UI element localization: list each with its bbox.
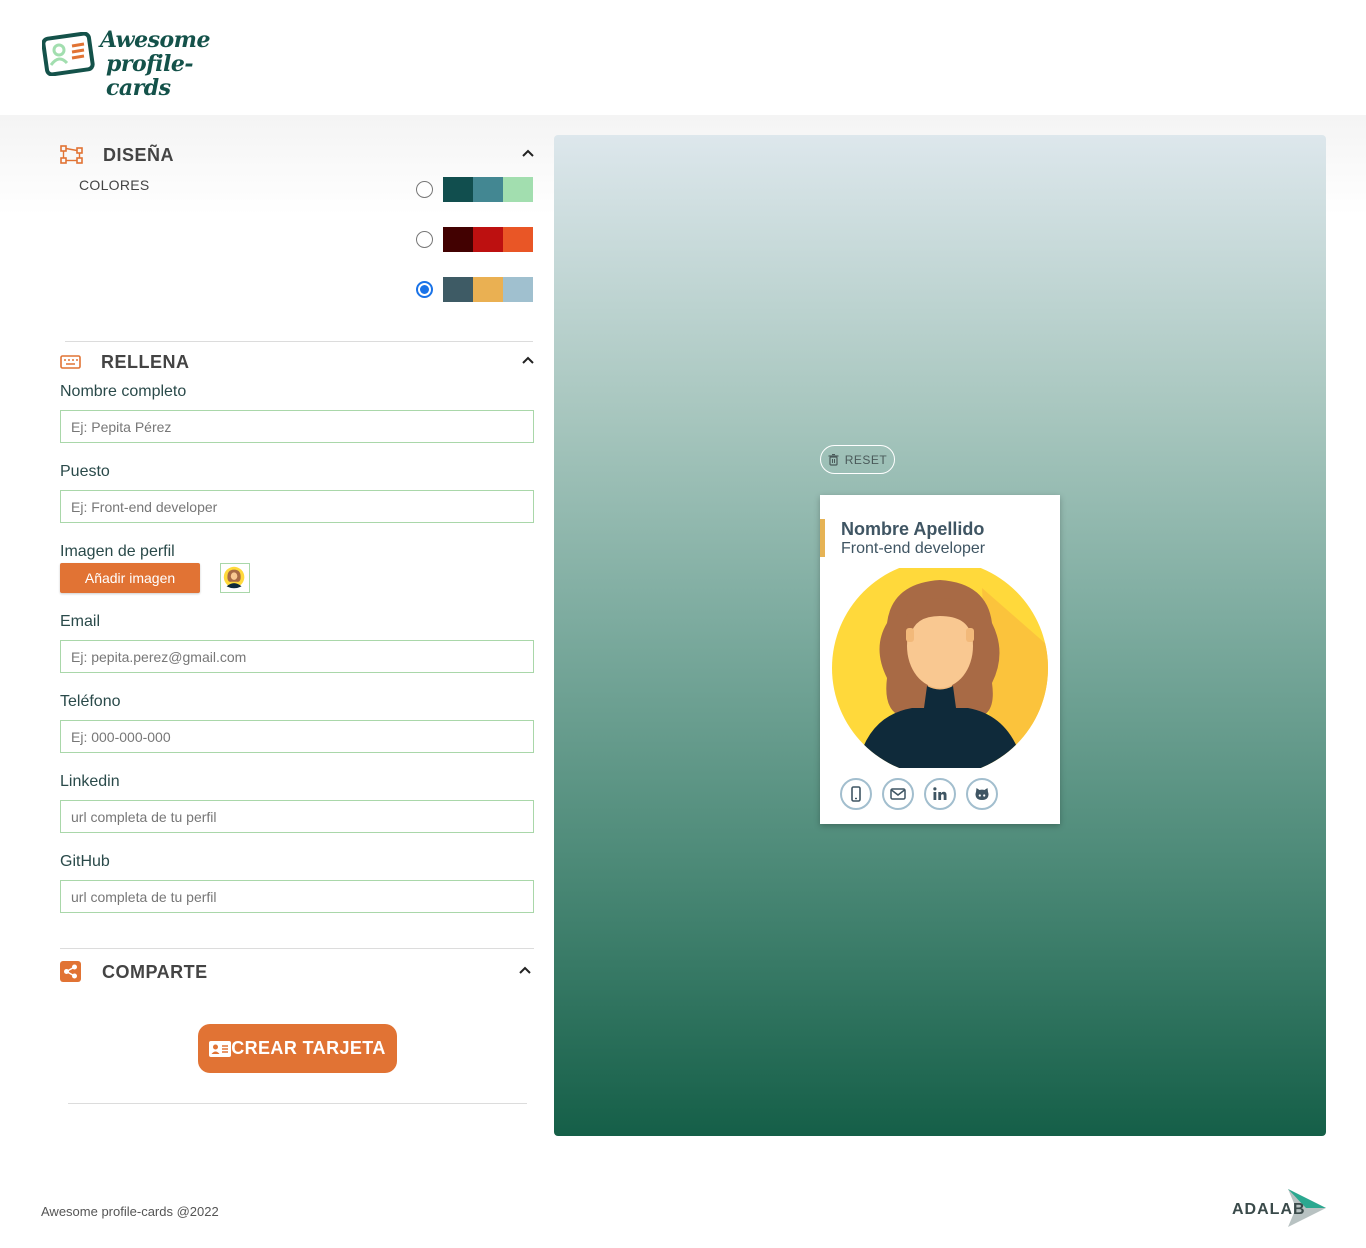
adalab-logo[interactable]: ADALAB <box>1230 1187 1330 1229</box>
palette-radio-1[interactable] <box>416 180 433 198</box>
name-input[interactable] <box>60 410 534 443</box>
avatar <box>832 568 1048 768</box>
logo[interactable]: Awesome profile-cards <box>42 28 242 100</box>
design-section-header[interactable]: DISEÑA <box>60 140 535 170</box>
linkedin-icon <box>933 787 947 800</box>
name-label: Nombre completo <box>60 383 187 400</box>
palette-swatch <box>473 226 503 252</box>
card-preview-panel: RESET Nombre Apellido Front-end develope… <box>554 135 1326 1136</box>
add-image-button[interactable]: Añadir imagen <box>60 563 200 593</box>
avatar-thumbnail-icon <box>223 566 245 589</box>
social-links <box>840 778 1008 810</box>
footer-copyright: Awesome profile-cards @2022 <box>41 1204 219 1219</box>
palette-swatch <box>443 276 473 302</box>
palette-option-1[interactable] <box>416 176 533 202</box>
palette-swatch <box>473 276 503 302</box>
adalab-text: ADALAB <box>1232 1201 1306 1218</box>
reset-label: RESET <box>844 452 888 467</box>
phone-link[interactable] <box>840 778 872 810</box>
job-label: Puesto <box>60 463 110 480</box>
chevron-up-icon[interactable] <box>518 963 532 977</box>
fill-section-header[interactable]: RELLENA <box>60 347 535 377</box>
share-section-header[interactable]: COMPARTE <box>60 957 535 987</box>
page-footer: Awesome profile-cards @2022 ADALAB <box>0 1155 1366 1248</box>
github-label: GitHub <box>60 853 110 870</box>
share-section-title: COMPARTE <box>102 961 208 982</box>
colors-label: COLORES <box>79 177 150 193</box>
palette-swatch <box>503 176 533 202</box>
palette-option-3[interactable] <box>416 276 533 302</box>
profile-card: Nombre Apellido Front-end developer <box>820 495 1060 824</box>
create-card-button[interactable]: CREAR TARJETA <box>198 1024 397 1073</box>
palette-option-2[interactable] <box>416 226 533 252</box>
fill-section-title: RELLENA <box>101 351 190 372</box>
github-icon <box>975 788 989 800</box>
card-accent-bar <box>820 519 825 557</box>
design-section-title: DISEÑA <box>103 144 175 165</box>
palette-radio-3[interactable] <box>416 280 433 298</box>
email-label: Email <box>60 613 101 630</box>
page-header: Awesome profile-cards <box>0 0 1366 115</box>
section-divider <box>60 948 534 949</box>
job-input[interactable] <box>60 490 534 523</box>
email-link[interactable] <box>882 778 914 810</box>
main-content: DISEÑA COLORES RELLENA Nombre completo E… <box>0 115 1366 1155</box>
logo-line2: profile-cards <box>106 51 193 101</box>
keyboard-icon <box>60 355 81 369</box>
palette-swatch <box>503 226 533 252</box>
palette-radio-2[interactable] <box>416 230 433 248</box>
palette-swatch <box>443 176 473 202</box>
share-icon <box>60 961 81 982</box>
chevron-up-icon[interactable] <box>521 146 535 160</box>
logo-text: Awesome profile-cards <box>100 28 242 100</box>
section-divider <box>65 341 533 342</box>
mobile-phone-icon <box>851 786 861 802</box>
phone-label: Teléfono <box>60 693 121 710</box>
github-link[interactable] <box>966 778 998 810</box>
palette-swatch <box>503 276 533 302</box>
trash-icon <box>828 453 839 466</box>
card-name: Nombre Apellido <box>841 519 985 539</box>
section-divider <box>68 1103 527 1104</box>
palette-swatch <box>443 226 473 252</box>
reset-button[interactable]: RESET <box>820 445 895 474</box>
linkedin-label: Linkedin <box>60 773 120 790</box>
profile-image-thumbnail <box>220 563 250 593</box>
id-card-icon <box>209 1040 232 1057</box>
phone-input[interactable] <box>60 720 534 753</box>
email-input[interactable] <box>60 640 534 673</box>
create-card-label: CREAR TARJETA <box>231 1038 386 1058</box>
logo-line1: Awesome <box>100 27 210 53</box>
envelope-icon <box>890 788 906 800</box>
chevron-up-icon[interactable] <box>521 353 535 367</box>
profile-card-logo-icon <box>42 32 95 76</box>
linkedin-link[interactable] <box>924 778 956 810</box>
github-input[interactable] <box>60 880 534 913</box>
palette-swatch <box>473 176 503 202</box>
card-job: Front-end developer <box>841 540 986 557</box>
form-panel: DISEÑA COLORES RELLENA Nombre completo E… <box>40 115 540 1115</box>
image-label: Imagen de perfil <box>60 543 175 560</box>
vector-shape-icon <box>60 145 83 164</box>
linkedin-input[interactable] <box>60 800 534 833</box>
